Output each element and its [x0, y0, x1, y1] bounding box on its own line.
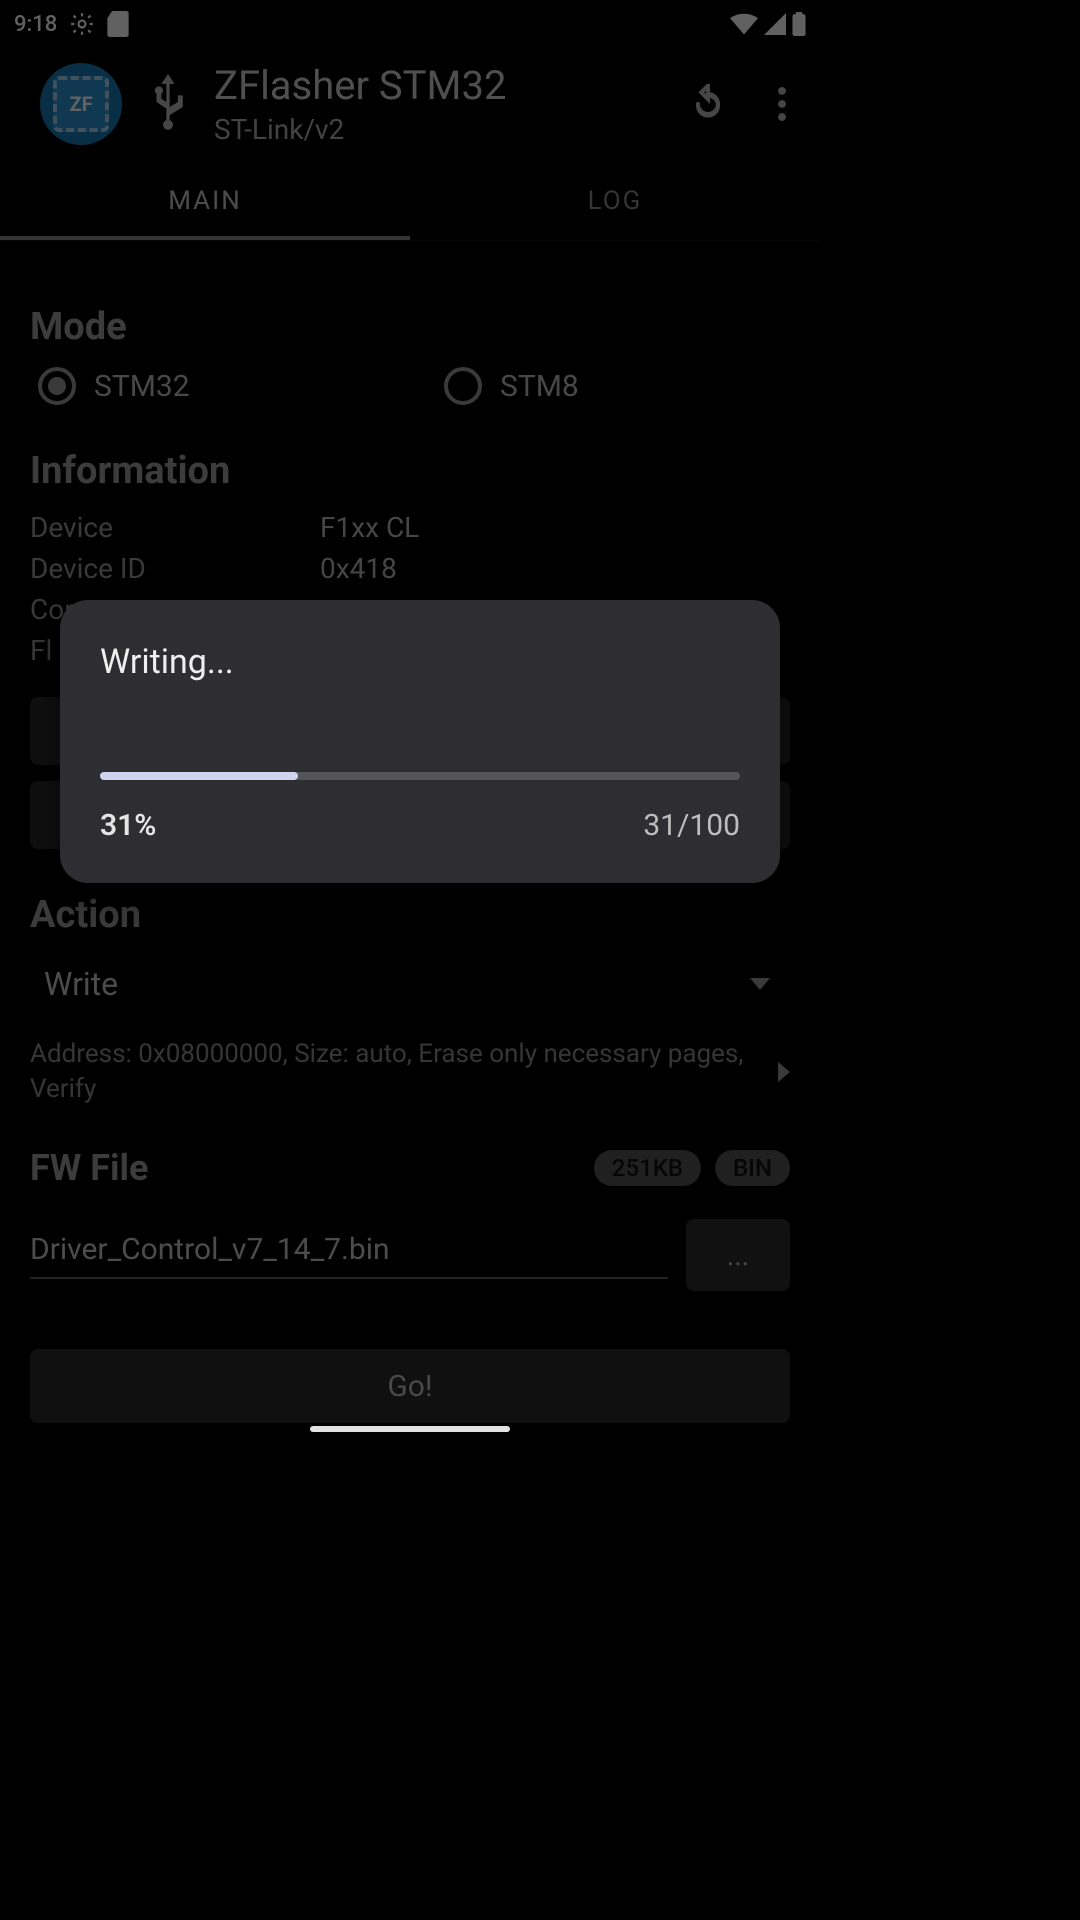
progress-count: 31/100 [643, 808, 740, 843]
progress-bar-fill [100, 772, 298, 780]
progress-bar [100, 772, 740, 780]
progress-dialog: Writing... 31% 31/100 [60, 600, 780, 883]
progress-percent: 31% [100, 808, 156, 843]
android-nav-bar[interactable] [310, 1426, 510, 1432]
progress-dialog-title: Writing... [100, 642, 740, 682]
